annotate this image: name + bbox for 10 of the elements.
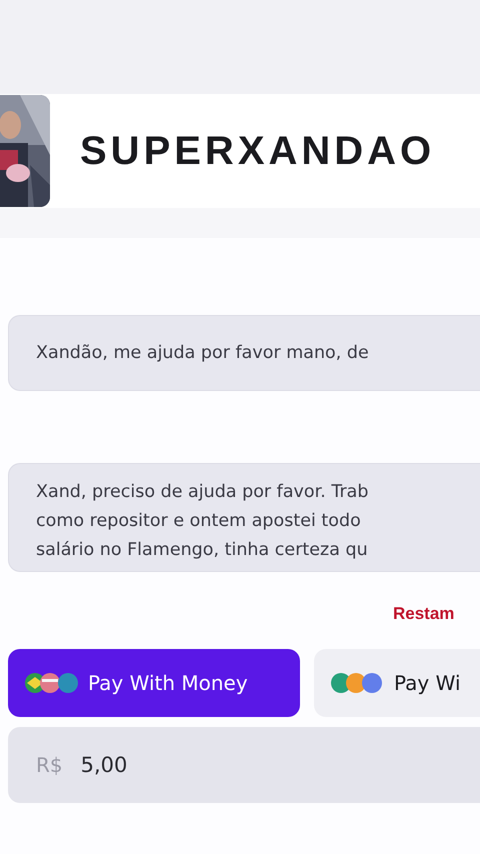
- message-text: Xand, preciso de ajuda por favor. Trab como repositor e ontem apostei todo salário no Flamengo, tinha certeza qu: [36, 481, 370, 562]
- profile-name: SUPERXANDAO: [80, 128, 436, 174]
- amount-value: 5,00: [80, 753, 128, 777]
- flags-icon: [24, 672, 80, 694]
- remaining-text: Restam: [393, 604, 456, 625]
- currency-label: R$: [36, 753, 63, 777]
- payment-tab[interactable]: Pay With Money: [8, 649, 300, 717]
- payment-tab[interactable]: Pay Wi: [314, 649, 480, 717]
- message-text: Xandão, me ajuda por favor mano, de: [36, 342, 369, 364]
- amount-field[interactable]: R$ 5,00: [8, 727, 480, 803]
